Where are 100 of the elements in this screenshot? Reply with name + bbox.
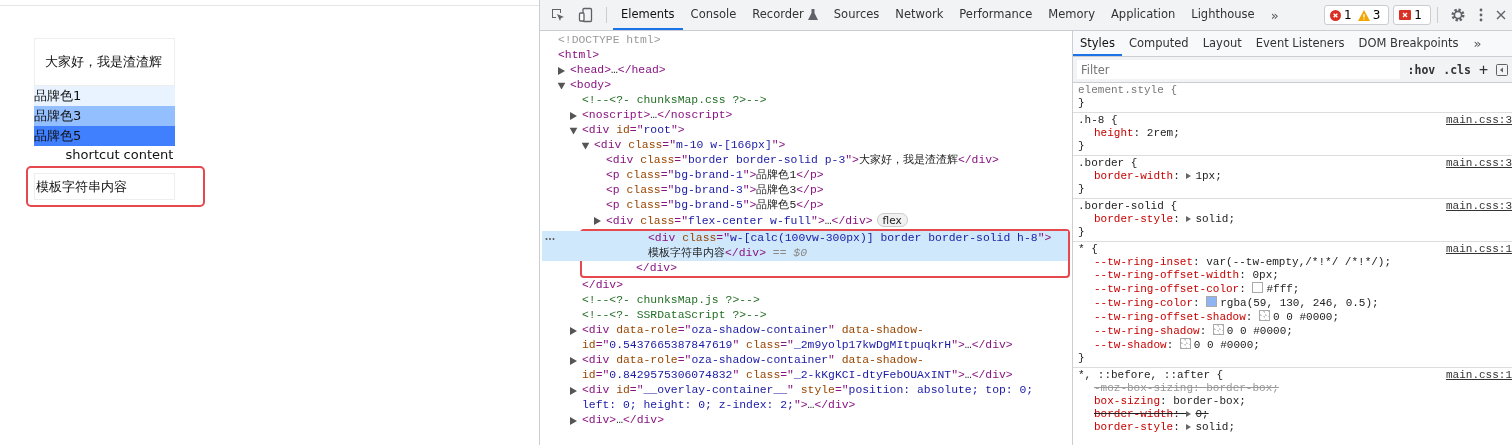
more-tabs-button[interactable]: » (1262, 7, 1287, 23)
source-link[interactable]: main.css:3 (1446, 114, 1512, 127)
closing-brace: } (1078, 140, 1086, 153)
closing-brace: } (1078, 226, 1086, 239)
css-declaration[interactable]: --tw-ring-shadow: 0 0 #0000; (1078, 324, 1512, 338)
close-icon[interactable] (1496, 10, 1506, 20)
devtools-tab[interactable]: Sources (825, 0, 888, 30)
color-swatch[interactable] (1179, 338, 1191, 349)
tree-node[interactable]: <div>…</div> (540, 413, 1072, 428)
tree-node[interactable]: <div class="border border-solid p-3">大家好，我是渣渣辉</div> (540, 153, 1072, 168)
class-toggle-button[interactable]: .cls (1443, 62, 1471, 77)
css-declaration[interactable]: --tw-ring-offset-width: 0px; (1078, 269, 1512, 282)
styles-tab[interactable]: Layout (1195, 31, 1249, 56)
expand-triangle-icon[interactable] (557, 82, 566, 89)
console-counters[interactable]: 1 3 (1324, 5, 1390, 25)
closing-brace: } (1078, 352, 1086, 365)
new-rule-button[interactable]: + (1478, 60, 1488, 79)
devtools-tab[interactable]: Application (1103, 0, 1184, 30)
brand-color-row: 品牌色3 (34, 106, 175, 126)
tree-node[interactable]: <html> (540, 48, 1072, 63)
css-declaration[interactable]: border-width: 1px; (1078, 170, 1512, 183)
tree-node[interactable]: <div class="m-10 w-[166px]"> (540, 138, 1072, 153)
css-declaration[interactable]: border-style: solid; (1078, 213, 1512, 226)
issues-counter[interactable]: 1 (1393, 5, 1431, 25)
flask-icon (807, 8, 818, 20)
more-tabs-button[interactable]: » (1465, 36, 1490, 51)
styles-tab[interactable]: DOM Breakpoints (1351, 31, 1466, 56)
css-declaration[interactable]: --tw-shadow: 0 0 #0000; (1078, 338, 1512, 352)
css-declaration[interactable]: border-style: solid; (1078, 421, 1512, 434)
source-link[interactable]: main.css:1 (1446, 369, 1512, 382)
expand-triangle-icon[interactable] (1186, 424, 1192, 430)
expand-triangle-icon[interactable] (570, 326, 577, 335)
expand-triangle-icon[interactable] (558, 66, 565, 75)
expand-triangle-icon[interactable] (1186, 173, 1192, 179)
tree-node[interactable]: <p class="bg-brand-1">品牌色1</p> (540, 168, 1072, 183)
devtools-tab[interactable]: Memory (1040, 0, 1103, 30)
tree-node[interactable]: <!--<?- chunksMap.css ?>--> (540, 93, 1072, 108)
closing-tag-line[interactable]: </div> (542, 261, 1068, 276)
color-swatch[interactable] (1212, 324, 1224, 335)
expand-triangle-icon[interactable] (581, 142, 590, 149)
tree-node[interactable]: <head>…</head> (540, 63, 1072, 78)
expand-triangle-icon[interactable] (569, 127, 578, 134)
css-selector: .h-8 { (1078, 114, 1118, 127)
tree-node[interactable]: <p class="bg-brand-5">品牌色5</p> (540, 198, 1072, 213)
inspect-icon[interactable] (550, 7, 566, 23)
brand-color-row: 品牌色5 (34, 126, 175, 146)
devtools-tab[interactable]: Elements (613, 0, 683, 30)
tree-node[interactable]: <noscript>…</noscript> (540, 108, 1072, 123)
closing-tag-line[interactable]: </div> (540, 278, 1072, 293)
devtools-tab[interactable]: Performance (951, 0, 1041, 30)
expand-triangle-icon[interactable] (570, 111, 577, 120)
sidebar-toggle-icon[interactable] (1496, 63, 1508, 76)
devtools-tab[interactable]: Recorder (744, 0, 826, 30)
css-declaration[interactable]: --tw-ring-color: rgba(59, 130, 246, 0.5); (1078, 296, 1512, 310)
settings-icon[interactable] (1450, 7, 1466, 23)
css-declaration[interactable]: --tw-ring-inset: var(--tw-empty,/*!*/ /*!*/); (1078, 256, 1512, 269)
tree-node[interactable]: <div data-role="oza-shadow-container" data-shadow-id="0.5437665387847619" class="_2m9yolp17kwDgMItpuqkrH">…</div> (540, 323, 1072, 353)
error-icon (1330, 9, 1342, 21)
css-declaration[interactable]: height: 2rem; (1078, 127, 1512, 140)
hover-state-button[interactable]: :hov (1407, 62, 1436, 77)
css-declaration[interactable]: box-sizing: border-box; (1078, 395, 1512, 408)
flex-badge[interactable]: flex (876, 213, 908, 227)
expand-triangle-icon[interactable] (594, 216, 601, 225)
css-selector: element.style { (1078, 84, 1178, 97)
source-link[interactable]: main.css:3 (1446, 157, 1512, 170)
expand-triangle-icon[interactable] (1186, 411, 1192, 417)
tree-node[interactable]: <div class="flex-center w-full">…</div> flex (540, 213, 1072, 229)
ellipsis-icon[interactable] (545, 237, 555, 241)
tree-node[interactable]: <div data-role="oza-shadow-container" data-shadow-id="0.8429575306074832" class="_2-kKgKCI-dtyFebOUAxINT">…</div> (540, 353, 1072, 383)
brand-color-row: 品牌色1 (34, 86, 175, 106)
styles-tab[interactable]: Computed (1121, 31, 1196, 56)
color-swatch[interactable] (1206, 296, 1218, 307)
kebab-menu-icon[interactable] (1478, 7, 1484, 23)
devtools-tab[interactable]: Lighthouse (1183, 0, 1263, 30)
device-icon[interactable] (578, 7, 594, 23)
tree-node[interactable]: <p class="bg-brand-3">品牌色3</p> (540, 183, 1072, 198)
css-declaration[interactable]: --tw-ring-offset-shadow: 0 0 #0000; (1078, 310, 1512, 324)
devtools-tab[interactable]: Network (887, 0, 952, 30)
expand-triangle-icon[interactable] (1186, 216, 1192, 222)
tree-node[interactable]: <div class="w-[calc(100vw-300px)] border border-solid h-8"> 模板字符串内容</div> == $0 (542, 231, 1068, 261)
css-declaration[interactable]: border-width: 0; (1078, 408, 1512, 421)
expand-triangle-icon[interactable] (570, 356, 577, 365)
css-selector: *, ::before, ::after { (1078, 369, 1224, 382)
tree-node[interactable]: <!--<?- SSRDataScript ?>--> (540, 308, 1072, 323)
expand-triangle-icon[interactable] (570, 416, 577, 425)
tree-node[interactable]: <body> (540, 78, 1072, 93)
expand-triangle-icon[interactable] (570, 386, 577, 395)
tree-node[interactable]: <div id="__overlay-container__" style="position: absolute; top: 0; left: 0; height: 0; z-index: 2;">…</div> (540, 383, 1072, 413)
devtools-tab[interactable]: Console (682, 0, 745, 30)
closing-brace: } (1078, 183, 1086, 196)
styles-tab[interactable]: Event Listeners (1248, 31, 1352, 56)
source-link[interactable]: main.css:3 (1446, 200, 1512, 213)
filter-field[interactable]: Filter (1077, 60, 1400, 79)
css-declaration[interactable]: --tw-ring-offset-color: #fff; (1078, 282, 1512, 296)
issue-flag-icon (1399, 9, 1412, 21)
color-swatch[interactable] (1259, 310, 1271, 321)
source-link[interactable]: main.css:1 (1446, 243, 1512, 256)
color-swatch[interactable] (1252, 282, 1264, 293)
tree-node[interactable]: <!--<?- chunksMap.js ?>--> (540, 293, 1072, 308)
tree-node[interactable]: <div id="root"> (540, 123, 1072, 138)
